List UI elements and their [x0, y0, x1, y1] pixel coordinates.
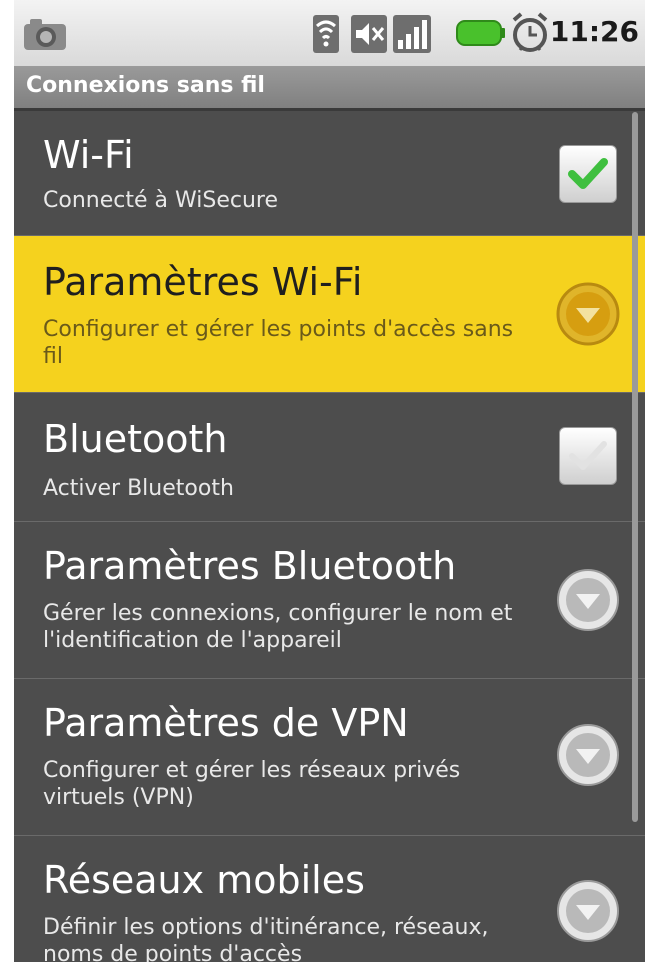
item-subtitle: Gérer les connexions, configurer le nom … — [43, 601, 513, 653]
scrollbar[interactable] — [632, 112, 638, 822]
list-item-wifi[interactable]: Wi-Fi Connecté à WiSecure — [14, 111, 645, 236]
item-title: Wi-Fi — [43, 133, 134, 177]
list-item-mobile-networks[interactable]: Réseaux mobiles Définir les options d'it… — [14, 836, 645, 962]
page-title: Connexions sans fil — [26, 73, 265, 98]
bluetooth-checkbox[interactable] — [559, 427, 617, 485]
wifi-checkbox[interactable] — [559, 145, 617, 203]
list-item-wifi-settings[interactable]: Paramètres Wi-Fi Configurer et gérer les… — [14, 236, 645, 393]
mute-icon — [351, 15, 387, 53]
list-item-vpn-settings[interactable]: Paramètres de VPN Configurer et gérer le… — [14, 679, 645, 836]
chevron-down-icon — [557, 724, 619, 786]
title-bar: Connexions sans fil — [14, 66, 645, 111]
checkmark-icon — [568, 158, 608, 189]
list-item-bluetooth[interactable]: Bluetooth Activer Bluetooth — [14, 393, 645, 522]
signal-icon — [393, 15, 431, 53]
list-item-bluetooth-settings[interactable]: Paramètres Bluetooth Gérer les connexion… — [14, 522, 645, 679]
checkmark-icon — [569, 441, 607, 470]
chevron-down-icon — [557, 880, 619, 942]
status-time: 11:26 — [549, 15, 639, 48]
phone-screen: 11:26 Connexions sans fil Wi-Fi Connecté… — [14, 0, 645, 962]
item-title: Paramètres Wi-Fi — [43, 260, 363, 304]
alarm-icon — [512, 12, 548, 52]
item-title: Paramètres Bluetooth — [43, 544, 457, 588]
camera-icon — [24, 19, 66, 50]
item-subtitle: Configurer et gérer les réseaux privés v… — [43, 758, 461, 810]
item-title: Réseaux mobiles — [43, 858, 365, 902]
item-subtitle: Connecté à WiSecure — [43, 188, 278, 213]
item-title: Bluetooth — [43, 417, 228, 461]
status-bar: 11:26 — [14, 0, 645, 66]
chevron-down-icon — [556, 282, 620, 346]
item-subtitle: Activer Bluetooth — [43, 476, 234, 501]
item-title: Paramètres de VPN — [43, 701, 409, 745]
item-subtitle: Configurer et gérer les points d'accès s… — [43, 317, 514, 369]
chevron-down-icon — [557, 569, 619, 631]
wifi-icon — [313, 15, 339, 53]
battery-icon — [456, 20, 505, 46]
item-subtitle: Définir les options d'itinérance, réseau… — [43, 915, 489, 962]
